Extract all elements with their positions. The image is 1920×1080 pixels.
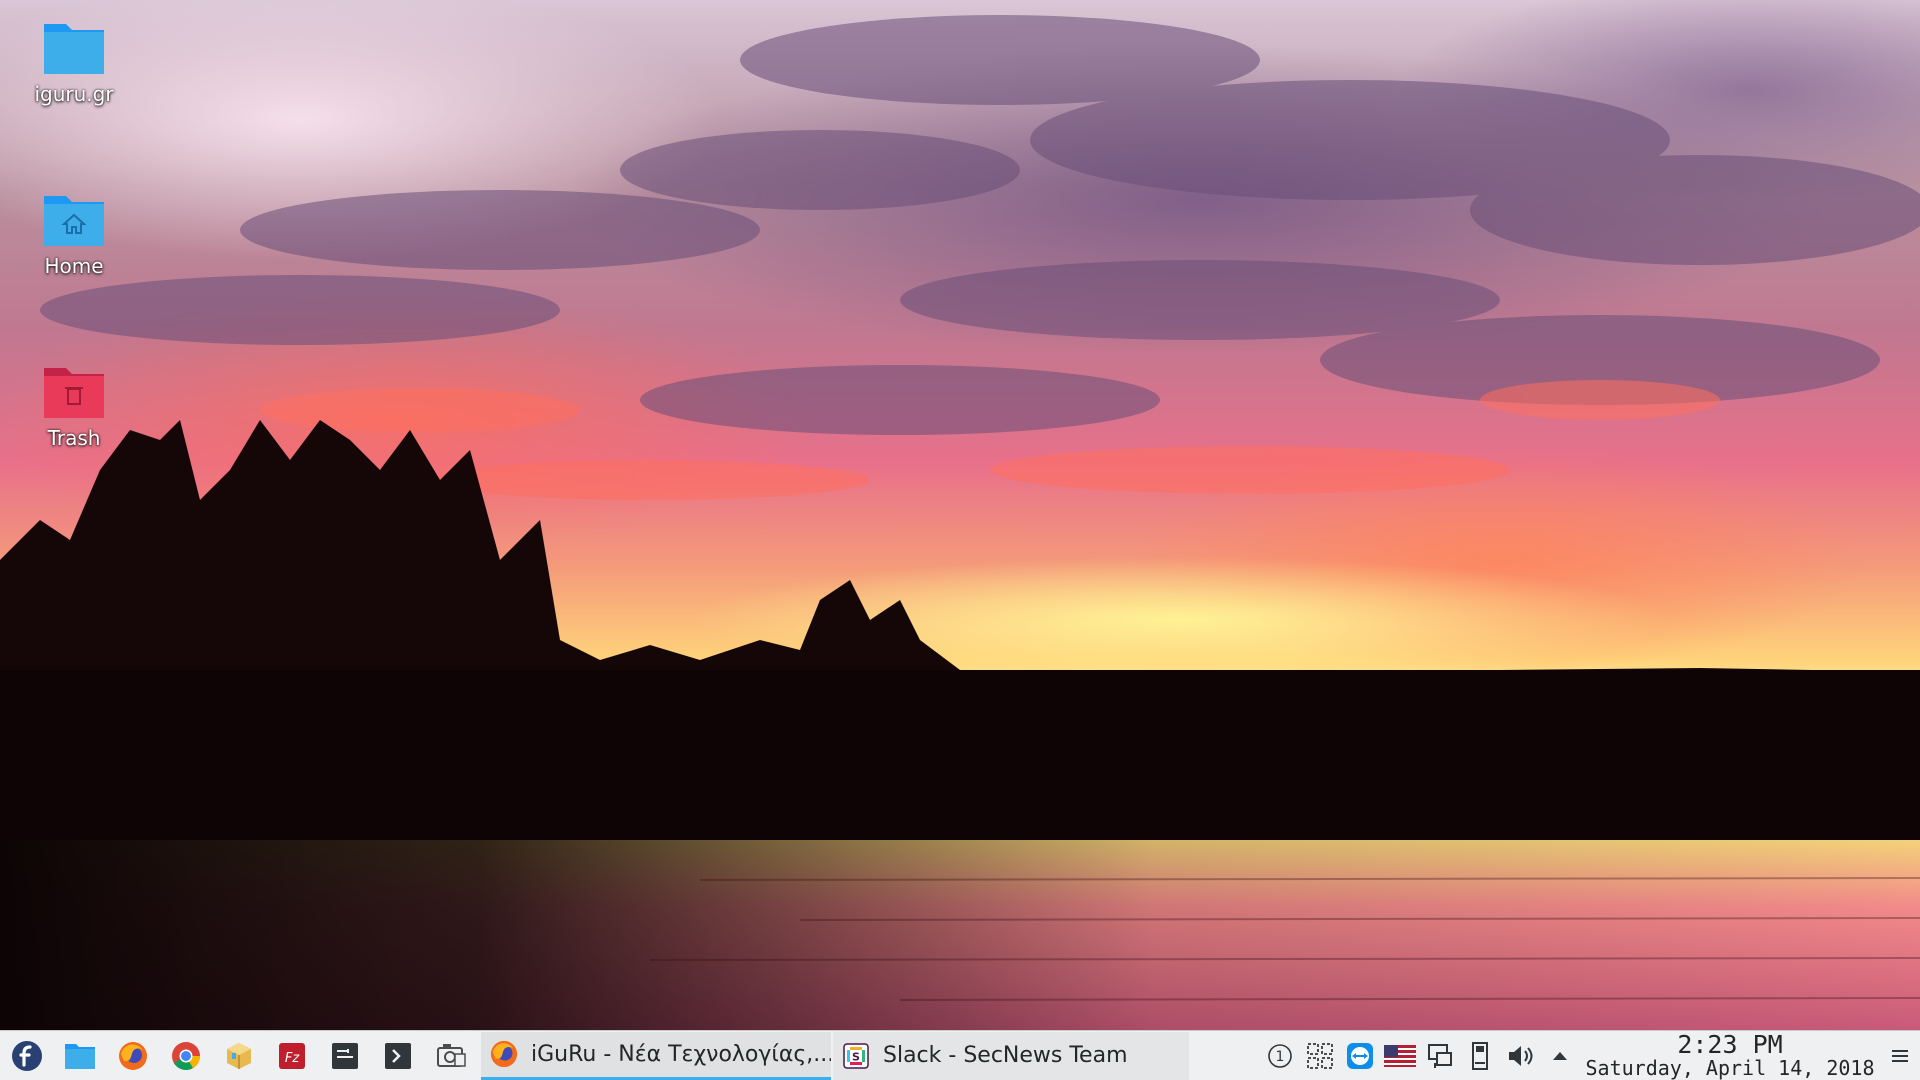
panel-menu-icon[interactable] bbox=[1880, 1031, 1920, 1080]
kde-connect-icon[interactable] bbox=[1300, 1031, 1340, 1080]
firefox-icon[interactable] bbox=[106, 1031, 159, 1080]
filezilla-icon[interactable]: Fz bbox=[265, 1031, 318, 1080]
task-label: iGuRu - Νέα Τεχνολογίας,... bbox=[531, 1041, 831, 1067]
desktop-icon-home[interactable]: Home bbox=[14, 190, 134, 278]
folder-icon bbox=[42, 18, 106, 76]
sunset-lake-scene bbox=[0, 15, 1920, 1030]
task-button-slack[interactable]: S Slack - SecNews Team bbox=[833, 1031, 1189, 1080]
system-tray: 1 2:23 PM Saturday, April 14, 2018 bbox=[1260, 1031, 1920, 1080]
svg-text:Fz: Fz bbox=[284, 1051, 299, 1066]
firefox-icon bbox=[489, 1039, 519, 1069]
package-icon[interactable] bbox=[212, 1031, 265, 1080]
desktop-icon-trash[interactable]: Trash bbox=[14, 362, 134, 450]
svg-text:1: 1 bbox=[1276, 1049, 1285, 1065]
console-icon[interactable] bbox=[371, 1031, 424, 1080]
task-label: Slack - SecNews Team bbox=[883, 1043, 1128, 1068]
us-flag-keyboard-icon[interactable] bbox=[1380, 1031, 1420, 1080]
desktop-icon-label: Trash bbox=[47, 426, 101, 450]
clock[interactable]: 2:23 PM Saturday, April 14, 2018 bbox=[1580, 1029, 1880, 1080]
network-icon[interactable] bbox=[1420, 1031, 1460, 1080]
file-manager-icon[interactable] bbox=[53, 1031, 106, 1080]
chrome-icon[interactable] bbox=[159, 1031, 212, 1080]
desktop-icon-label: Home bbox=[44, 254, 104, 278]
clock-date: Saturday, April 14, 2018 bbox=[1585, 1056, 1875, 1080]
slack-icon: S bbox=[841, 1041, 871, 1071]
teamviewer-icon[interactable] bbox=[1340, 1031, 1380, 1080]
terminal-icon[interactable] bbox=[318, 1031, 371, 1080]
home-folder-icon bbox=[42, 190, 106, 248]
removable-device-icon[interactable] bbox=[1460, 1031, 1500, 1080]
taskbar: Fz iGuRu - Νέα Τεχνολογίας,... S Slack -… bbox=[0, 1030, 1920, 1080]
volume-icon[interactable] bbox=[1500, 1031, 1540, 1080]
screenshot-icon[interactable] bbox=[424, 1031, 477, 1080]
desktop-wallpaper bbox=[0, 0, 1920, 1030]
desktop-icon-label: iguru.gr bbox=[34, 82, 114, 106]
expand-tray-arrow-icon[interactable] bbox=[1540, 1031, 1580, 1080]
svg-text:S: S bbox=[852, 1050, 860, 1063]
clock-time: 2:23 PM bbox=[1677, 1029, 1783, 1059]
desktop-icon-iguru[interactable]: iguru.gr bbox=[14, 18, 134, 106]
fedora-launcher-icon[interactable] bbox=[0, 1031, 53, 1080]
task-button-firefox[interactable]: iGuRu - Νέα Τεχνολογίας,... bbox=[481, 1031, 831, 1080]
notification-count-icon[interactable]: 1 bbox=[1260, 1031, 1300, 1080]
trash-icon bbox=[42, 362, 106, 420]
